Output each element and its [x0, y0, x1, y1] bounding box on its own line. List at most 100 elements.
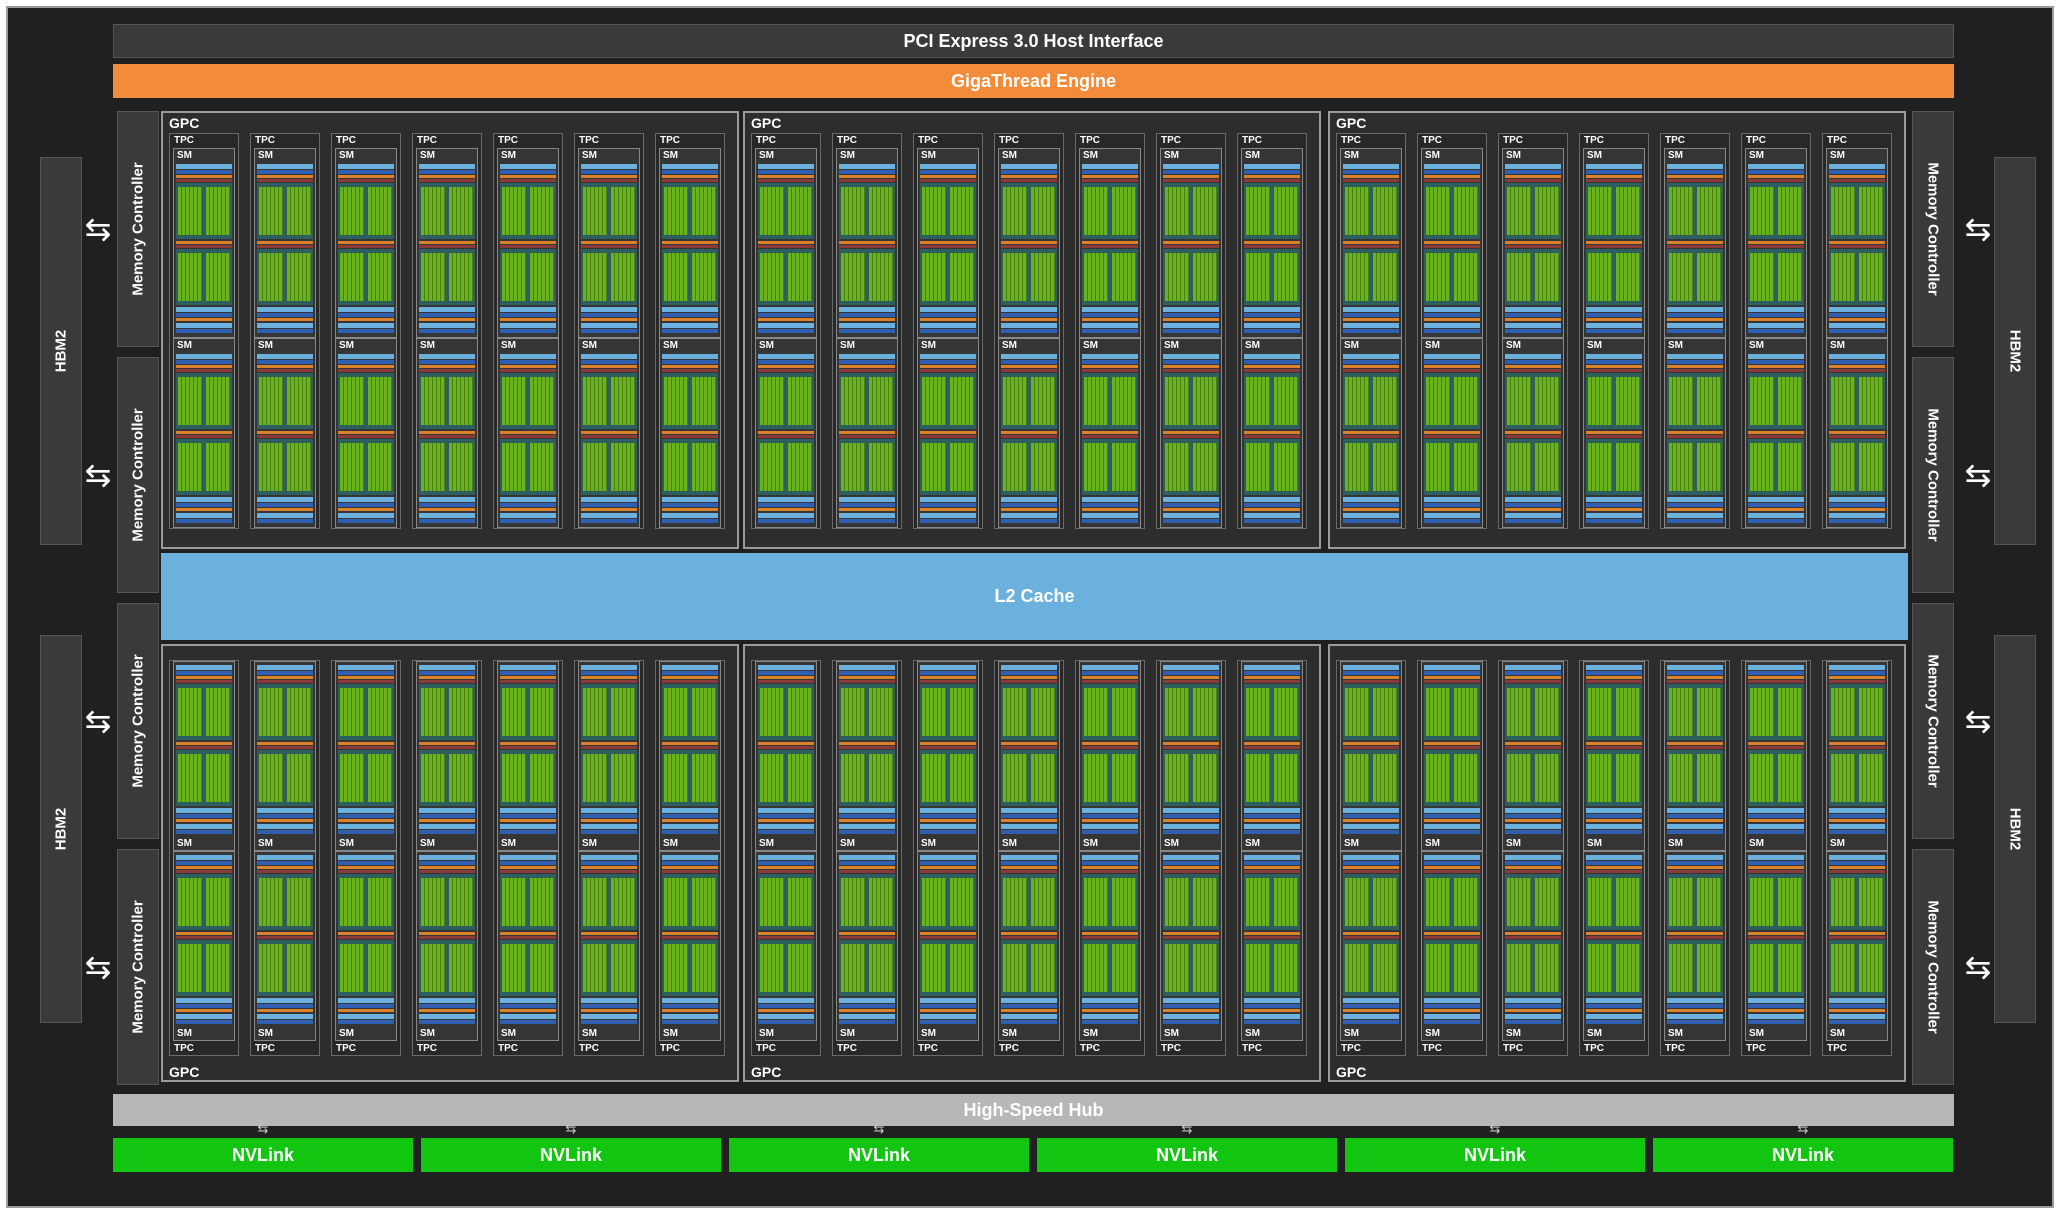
sm-unit-strip: [1505, 369, 1561, 372]
sm-block: SM: [998, 851, 1060, 1041]
cuda-core-array: [257, 940, 313, 996]
sm-unit-strip: [1343, 323, 1399, 328]
core-group: [692, 688, 716, 736]
sm-unit-strip: [1586, 932, 1642, 935]
cuda-core-array: [1505, 940, 1561, 996]
cuda-core-array: [176, 249, 232, 305]
sm-unit-strip: [1343, 307, 1399, 312]
sm-unit-strip: [1001, 164, 1057, 169]
hbm2-label: HBM2: [52, 807, 70, 851]
sm-unit-strip: [758, 170, 814, 174]
core-group: [1426, 253, 1450, 301]
sm-unit-strip: [662, 665, 718, 670]
sm-unit-strip: [1667, 307, 1723, 312]
gpc-label: GPC: [751, 115, 782, 131]
core-group: [340, 878, 364, 926]
sm-unit-strip: [839, 329, 895, 333]
sm-unit-strip: [1082, 1020, 1138, 1024]
sm-unit-strip: [1163, 1020, 1219, 1024]
cuda-core-array: [419, 373, 475, 429]
sm-unit-strip: [1586, 998, 1642, 1003]
hbm2-label: HBM2: [2006, 329, 2024, 373]
core-group: [178, 944, 202, 992]
sm-unit-strip: [839, 830, 895, 834]
sm-unit-strip: [758, 323, 814, 328]
sm-label: SM: [582, 838, 597, 849]
cuda-core-array: [1748, 183, 1804, 239]
sm-unit-strip: [1424, 175, 1480, 178]
sm-unit-strip: [758, 936, 814, 939]
sm-unit-strip: [662, 830, 718, 834]
tpc-block: TPC SM SM: [493, 660, 563, 1056]
sm-unit-strip: [1343, 1009, 1399, 1012]
core-group: [421, 253, 445, 301]
core-group: [950, 688, 974, 736]
sm-unit-strip: [176, 508, 232, 511]
core-group: [1345, 377, 1369, 425]
sm-unit-strip: [1586, 369, 1642, 372]
sm-unit-strip: [920, 870, 976, 873]
cuda-core-array: [758, 684, 814, 740]
core-group: [1750, 377, 1774, 425]
sm-unit-strip: [1829, 870, 1885, 873]
sm-unit-strip: [1586, 746, 1642, 749]
sm-unit-strip: [500, 819, 556, 822]
sm-unit-strip: [1001, 307, 1057, 312]
sm-unit-strip: [176, 323, 232, 328]
sm-unit-strip: [1001, 1020, 1057, 1024]
sm-unit-strip: [176, 861, 232, 865]
sm-block: SM: [1826, 851, 1888, 1041]
sm-unit-strip: [1163, 824, 1219, 829]
core-group: [1426, 754, 1450, 802]
sm-unit-strip: [1424, 241, 1480, 244]
sm-internals: [1667, 855, 1723, 1027]
sm-unit-strip: [257, 676, 313, 679]
tpc-label: TPC: [918, 135, 938, 146]
sm-unit-strip: [1748, 360, 1804, 364]
sm-unit-strip: [1829, 746, 1885, 749]
sm-block: SM: [917, 148, 979, 338]
core-group: [1193, 253, 1217, 301]
sm-unit-strip: [839, 323, 895, 328]
sm-label: SM: [663, 150, 678, 161]
sm-unit-strip: [1829, 855, 1885, 860]
sm-unit-strip: [839, 179, 895, 182]
sm-unit-strip: [1244, 819, 1300, 822]
cuda-core-array: [1082, 750, 1138, 806]
sm-unit-strip: [338, 508, 394, 511]
core-group: [1165, 443, 1189, 491]
sm-unit-strip: [662, 855, 718, 860]
sm-unit-strip: [338, 814, 394, 818]
sm-unit-strip: [419, 323, 475, 328]
sm-block: SM: [1340, 851, 1402, 1041]
sm-unit-strip: [662, 1020, 718, 1024]
sm-label: SM: [1749, 340, 1764, 351]
sm-unit-strip: [1082, 179, 1138, 182]
sm-internals: [1748, 855, 1804, 1027]
cuda-core-array: [419, 183, 475, 239]
cuda-core-array: [338, 373, 394, 429]
sm-label: SM: [1245, 150, 1260, 161]
sm-unit-strip: [1001, 313, 1057, 317]
sm-unit-strip: [758, 369, 814, 372]
sm-unit-strip: [338, 179, 394, 182]
core-group: [664, 187, 688, 235]
sm-unit-strip: [1163, 435, 1219, 438]
sm-unit-strip: [758, 861, 814, 865]
sm-unit-strip: [419, 680, 475, 683]
sm-unit-strip: [1829, 1009, 1885, 1012]
sm-block: SM: [1664, 661, 1726, 851]
core-group: [1084, 443, 1108, 491]
core-group: [178, 878, 202, 926]
core-group: [1669, 187, 1693, 235]
sm-block: SM: [497, 148, 559, 338]
core-group: [1778, 688, 1802, 736]
sm-unit-strip: [1082, 742, 1138, 745]
sm-unit-strip: [257, 866, 313, 869]
sm-unit-strip: [1829, 676, 1885, 679]
core-group: [1778, 944, 1802, 992]
sm-unit-strip: [1586, 179, 1642, 182]
cuda-core-array: [1001, 874, 1057, 930]
core-group: [788, 878, 812, 926]
sm-unit-strip: [581, 676, 637, 679]
